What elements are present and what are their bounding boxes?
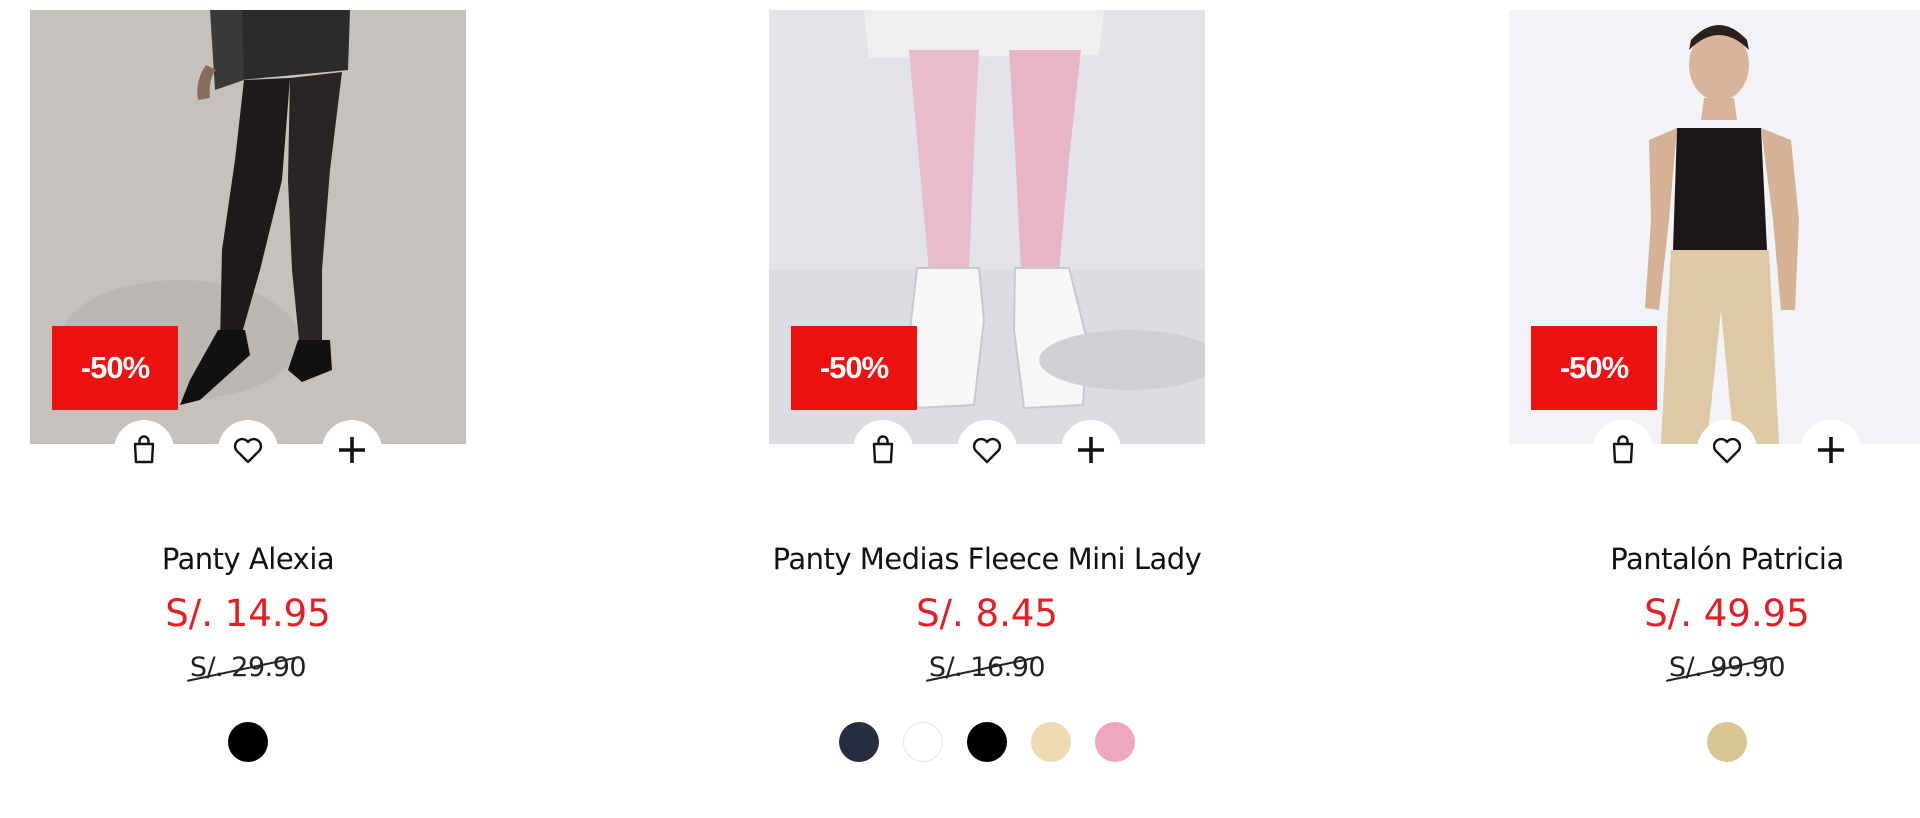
- wishlist-button[interactable]: [1697, 420, 1757, 480]
- product-actions: [1509, 420, 1920, 490]
- color-swatches: [769, 722, 1205, 762]
- product-image[interactable]: -50%: [30, 10, 466, 480]
- sale-price: S/. 49.95: [1644, 592, 1810, 635]
- quick-add-button[interactable]: [1801, 420, 1861, 480]
- shopping-bag-icon: [872, 435, 894, 464]
- product-card[interactable]: -50%: [1509, 0, 1920, 762]
- color-swatch[interactable]: [1031, 722, 1071, 762]
- product-card[interactable]: -50%: [769, 0, 1205, 762]
- heart-icon: [233, 437, 263, 464]
- heart-icon: [972, 437, 1002, 464]
- color-swatch[interactable]: [1095, 722, 1135, 762]
- plus-icon: [339, 437, 365, 463]
- discount-badge: -50%: [52, 326, 178, 410]
- color-swatch[interactable]: [228, 722, 268, 762]
- plus-icon: [1818, 437, 1844, 463]
- original-price-text: S/. 29.90: [189, 652, 307, 683]
- sale-price: S/. 8.45: [916, 592, 1058, 635]
- quick-add-button[interactable]: [322, 420, 382, 480]
- color-swatch[interactable]: [903, 722, 943, 762]
- product-image[interactable]: -50%: [769, 10, 1205, 480]
- product-grid: -50% Panty Alexia S/. 14.95 S/. 29.90 -5…: [0, 0, 1920, 818]
- add-to-bag-button[interactable]: [853, 420, 913, 480]
- discount-badge: -50%: [1531, 326, 1657, 410]
- shopping-bag-icon: [133, 435, 155, 464]
- quick-add-button[interactable]: [1061, 420, 1121, 480]
- product-name[interactable]: Panty Medias Fleece Mini Lady: [689, 542, 1285, 576]
- product-actions: [769, 420, 1205, 490]
- original-price: S/. 16.90: [769, 652, 1205, 683]
- product-name[interactable]: Pantalón Patricia: [1429, 542, 1920, 576]
- heart-icon: [1712, 437, 1742, 464]
- color-swatches: [1509, 722, 1920, 762]
- color-swatches: [30, 722, 466, 762]
- sale-price: S/. 14.95: [165, 592, 331, 635]
- product-actions: [30, 420, 466, 490]
- color-swatch[interactable]: [839, 722, 879, 762]
- add-to-bag-button[interactable]: [114, 420, 174, 480]
- wishlist-button[interactable]: [957, 420, 1017, 480]
- product-card[interactable]: -50%: [30, 0, 466, 762]
- plus-icon: [1078, 437, 1104, 463]
- color-swatch[interactable]: [967, 722, 1007, 762]
- original-price-text: S/. 99.90: [1668, 652, 1786, 683]
- shopping-bag-icon: [1612, 435, 1634, 464]
- add-to-bag-button[interactable]: [1593, 420, 1653, 480]
- discount-badge: -50%: [791, 326, 917, 410]
- wishlist-button[interactable]: [218, 420, 278, 480]
- color-swatch[interactable]: [1707, 722, 1747, 762]
- original-price-text: S/. 16.90: [928, 652, 1046, 683]
- original-price: S/. 29.90: [30, 652, 466, 683]
- product-image[interactable]: -50%: [1509, 10, 1920, 480]
- original-price: S/. 99.90: [1509, 652, 1920, 683]
- product-name[interactable]: Panty Alexia: [0, 542, 546, 576]
